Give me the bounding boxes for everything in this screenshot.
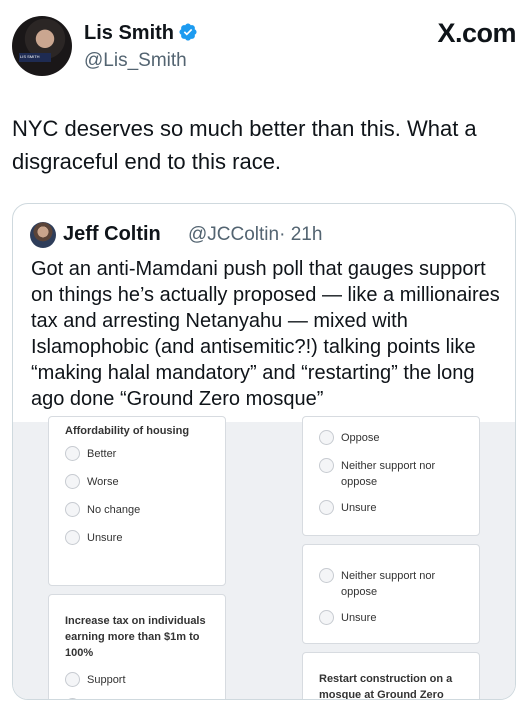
tweet-header: LIS SMITH Lis Smith @Lis_Smith X.com	[12, 14, 516, 80]
poll-card-right-1: Oppose Neither support nor oppose Unsure	[302, 416, 480, 536]
poll-card-right-2: Neither support nor oppose Unsure	[302, 544, 480, 644]
quoted-handle-time[interactable]: @JCColtin· 21h	[188, 224, 322, 246]
poll-question: Restart construction on a mosque at Grou…	[319, 673, 453, 700]
radio-icon	[319, 458, 334, 473]
radio-icon	[319, 500, 334, 515]
radio-icon	[65, 672, 80, 687]
poll-question: Affordability of housing	[65, 425, 190, 437]
author-display-name[interactable]: Lis Smith	[84, 22, 198, 45]
avatar-caption: LIS SMITH	[19, 53, 51, 62]
quoted-avatar[interactable]	[30, 222, 56, 248]
quoted-tweet[interactable]: Jeff Coltin @JCColtin· 21h Got an anti-M…	[12, 203, 516, 700]
radio-icon	[65, 698, 80, 699]
radio-icon	[319, 568, 334, 583]
radio-icon	[65, 530, 80, 545]
verified-badge-icon	[179, 23, 197, 41]
poll-card-tax: Increase tax on individuals earning more…	[48, 594, 226, 699]
poll-card-housing: Affordability of housing Better Worse No…	[48, 416, 226, 586]
avatar[interactable]: LIS SMITH	[12, 16, 72, 76]
radio-icon	[65, 446, 80, 461]
quoted-display-name[interactable]: Jeff Coltin	[63, 223, 161, 246]
radio-icon	[319, 430, 334, 445]
quoted-time: · 21h	[279, 224, 323, 245]
radio-icon	[65, 502, 80, 517]
poll-screenshot: Affordability of housing Better Worse No…	[13, 416, 515, 700]
author-name-text: Lis Smith	[84, 22, 175, 44]
tweet-text: NYC deserves so much better than this. W…	[12, 116, 477, 174]
radio-icon	[319, 610, 334, 625]
quoted-text: Got an anti-Mamdani push poll that gauge…	[31, 258, 500, 410]
poll-question: Increase tax on individuals earning more…	[65, 615, 206, 659]
site-logo: X.com	[437, 18, 516, 48]
author-handle[interactable]: @Lis_Smith	[84, 50, 187, 72]
quoted-handle: @JCColtin	[188, 224, 280, 245]
poll-card-mosque: Restart construction on a mosque at Grou…	[302, 652, 480, 700]
radio-icon	[65, 474, 80, 489]
